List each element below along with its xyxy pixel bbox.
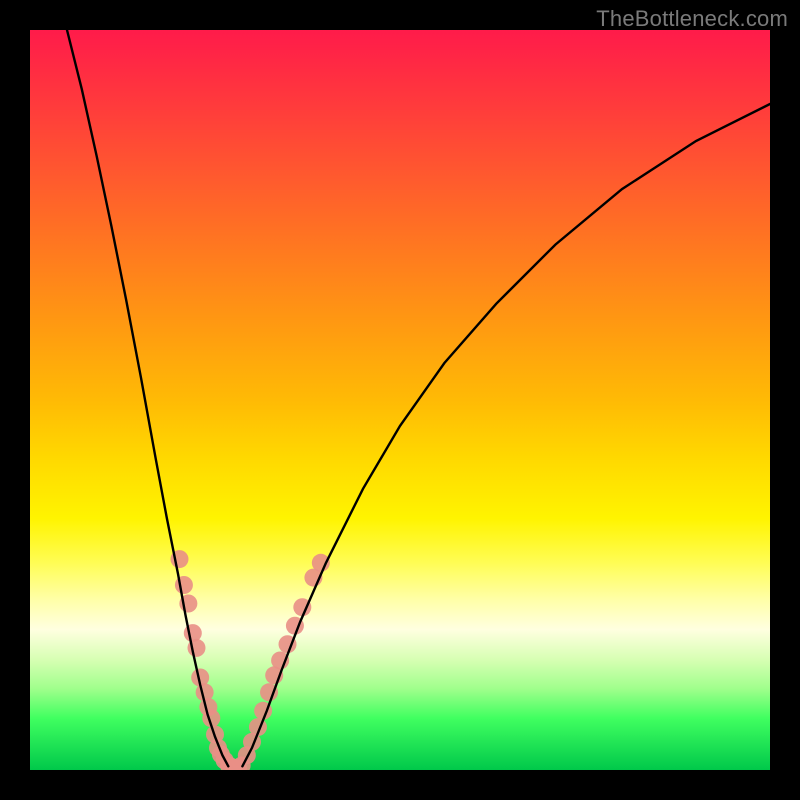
- curve-right-branch: [242, 104, 770, 766]
- watermark-text: TheBottleneck.com: [596, 6, 788, 32]
- highlight-dot: [175, 576, 193, 594]
- chart-frame: TheBottleneck.com: [0, 0, 800, 800]
- curve-layer: [30, 30, 770, 770]
- plot-area: [30, 30, 770, 770]
- curve-left-branch: [67, 30, 228, 766]
